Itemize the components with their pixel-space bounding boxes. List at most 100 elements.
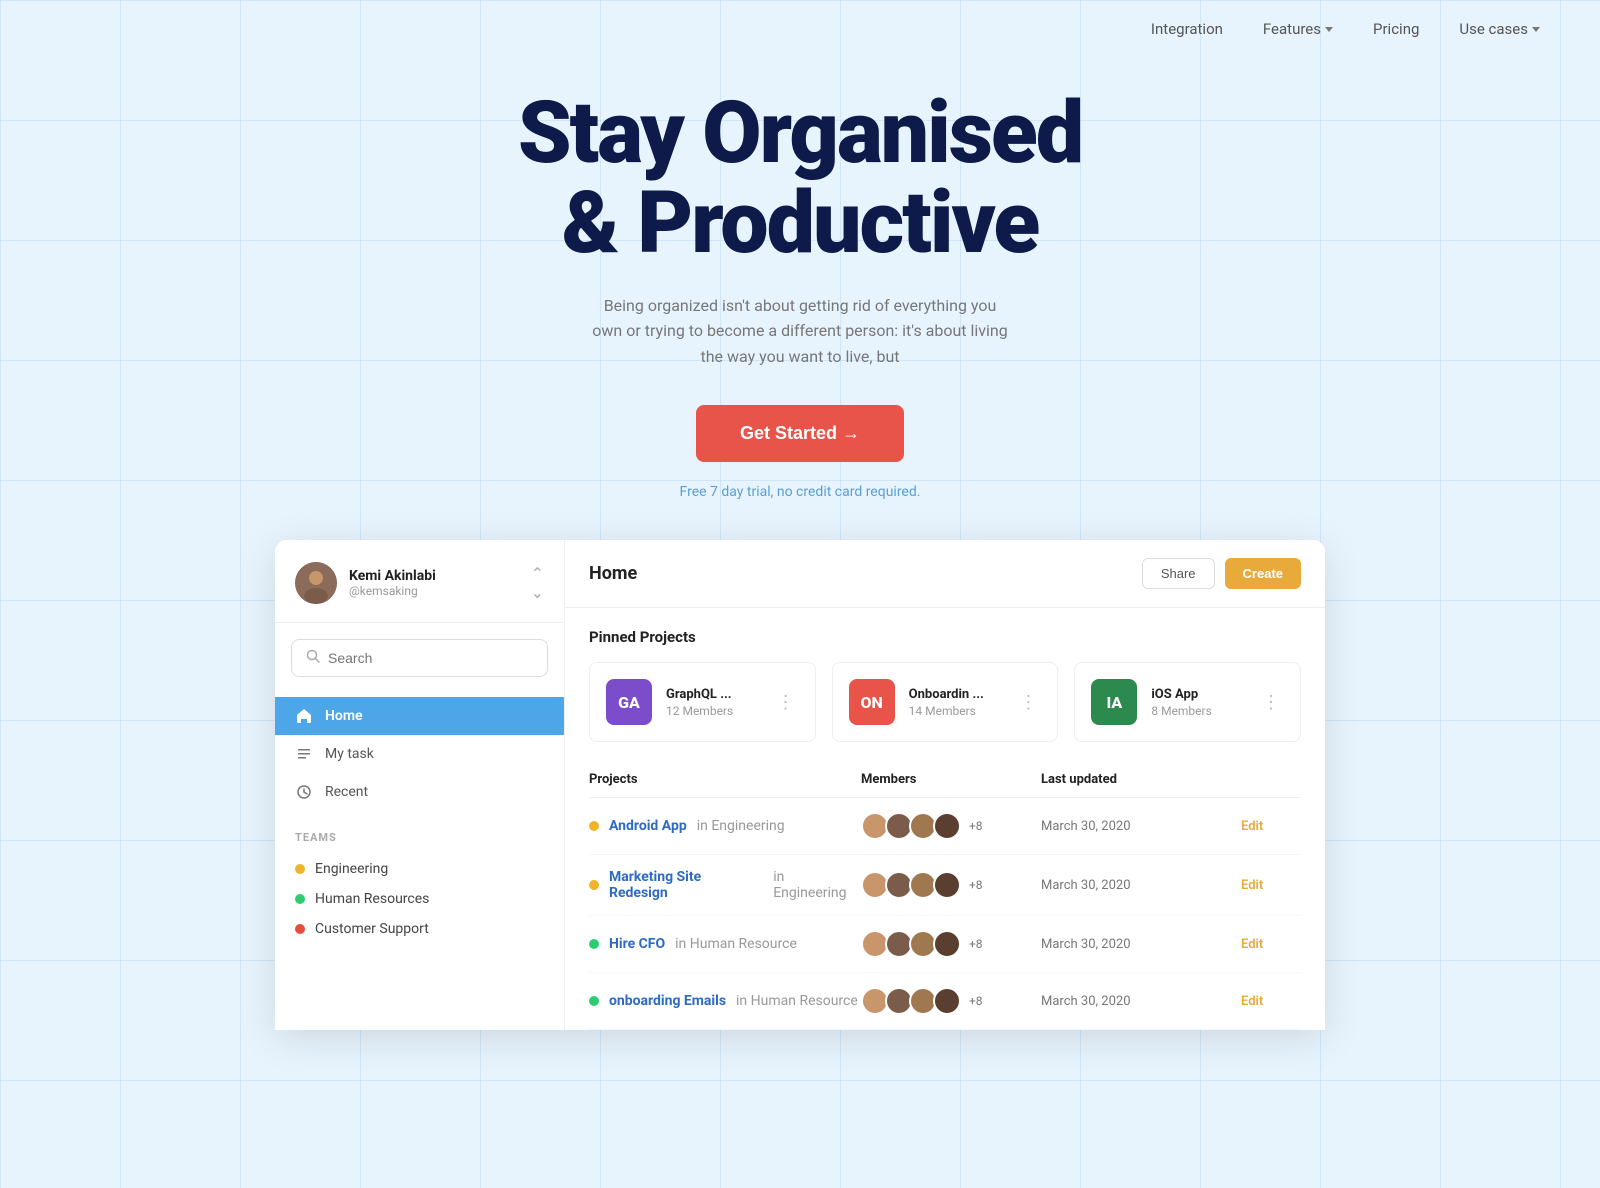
member-count: +8: [969, 878, 983, 892]
member-avatar: [933, 812, 961, 840]
nav-pricing[interactable]: Pricing: [1373, 20, 1419, 38]
project-cell: Hire CFO in Human Resource: [589, 936, 861, 952]
team-label: Human Resources: [315, 891, 429, 907]
member-count: +8: [969, 994, 983, 1008]
pinned-cards: GA GraphQL ... 12 Members ⋮ ON Onboardin…: [589, 662, 1301, 742]
project-name: Onboardin ...: [909, 687, 1002, 702]
project-link[interactable]: Hire CFO: [609, 936, 665, 952]
list-icon: [295, 746, 313, 762]
project-members: 14 Members: [909, 704, 1002, 718]
team-dot: [295, 864, 305, 874]
project-members: 12 Members: [666, 704, 759, 718]
share-button[interactable]: Share: [1142, 558, 1215, 589]
sidebar-item-label: Recent: [325, 784, 368, 800]
user-name: Kemi Akinlabi: [349, 568, 519, 584]
team-dot: [295, 894, 305, 904]
member-count: +8: [969, 819, 983, 833]
team-label: Customer Support: [315, 921, 429, 937]
project-link[interactable]: Android App: [609, 818, 687, 834]
members-cell: +8: [861, 930, 1041, 958]
main-header: Home Share Create: [565, 540, 1325, 608]
user-info: Kemi Akinlabi @kemsaking: [349, 568, 519, 598]
table-row: onboarding Emails in Human Resource +8 M…: [589, 973, 1301, 1030]
status-dot: [589, 880, 599, 890]
teams-section: TEAMS Engineering Human Resources Custom…: [275, 815, 564, 952]
main-content: Home Share Create Pinned Projects GA Gra…: [565, 540, 1325, 1030]
status-dot: [589, 821, 599, 831]
members-cell: +8: [861, 987, 1041, 1015]
project-link[interactable]: Marketing Site Redesign: [609, 869, 763, 901]
sidebar-item-recent[interactable]: Recent: [275, 773, 564, 811]
expand-icon[interactable]: ⌃⌄: [531, 564, 544, 602]
team-dot: [295, 924, 305, 934]
pinned-card-ios: IA iOS App 8 Members ⋮: [1074, 662, 1301, 742]
table-row: Android App in Engineering +8 March 30, …: [589, 798, 1301, 855]
project-icon: IA: [1091, 679, 1137, 725]
sidebar-item-customer-support[interactable]: Customer Support: [295, 914, 544, 944]
sidebar-item-my-task[interactable]: My task: [275, 735, 564, 773]
card-menu-icon[interactable]: ⋮: [1015, 688, 1041, 717]
project-link[interactable]: onboarding Emails: [609, 993, 726, 1009]
sidebar-item-engineering[interactable]: Engineering: [295, 854, 544, 884]
edit-link[interactable]: Edit: [1241, 937, 1301, 952]
create-button[interactable]: Create: [1225, 558, 1301, 589]
sidebar-search[interactable]: [291, 639, 548, 677]
project-info: Onboardin ... 14 Members: [909, 687, 1002, 718]
edit-link[interactable]: Edit: [1241, 994, 1301, 1009]
status-dot: [589, 996, 599, 1006]
card-menu-icon[interactable]: ⋮: [773, 688, 799, 717]
team-label: Engineering: [315, 861, 388, 877]
user-handle: @kemsaking: [349, 584, 519, 598]
trial-text: Free 7 day trial, no credit card require…: [20, 484, 1580, 500]
sidebar-item-human-resources[interactable]: Human Resources: [295, 884, 544, 914]
sidebar-item-label: Home: [325, 708, 363, 724]
teams-label: TEAMS: [295, 831, 544, 844]
page-title: Home: [589, 563, 637, 584]
member-avatar: [933, 871, 961, 899]
project-cell: onboarding Emails in Human Resource: [589, 993, 861, 1009]
project-team: in Engineering: [697, 818, 785, 834]
member-count: +8: [969, 937, 983, 951]
avatar: [295, 562, 337, 604]
nav-integration[interactable]: Integration: [1151, 20, 1223, 38]
date-cell: March 30, 2020: [1041, 878, 1241, 893]
table-header: Projects Members Last updated: [589, 762, 1301, 798]
nav-features[interactable]: Features: [1263, 20, 1333, 38]
sidebar-item-label: My task: [325, 746, 374, 762]
navigation: Integration Features Pricing Use cases: [0, 0, 1600, 58]
pinned-projects-title: Pinned Projects: [589, 628, 1301, 646]
member-avatar: [933, 930, 961, 958]
nav-use-cases[interactable]: Use cases: [1459, 20, 1540, 38]
sidebar-item-home[interactable]: Home: [275, 697, 564, 735]
members-cell: +8: [861, 871, 1041, 899]
table-row: Marketing Site Redesign in Engineering +…: [589, 855, 1301, 916]
project-team: in Human Resource: [736, 993, 858, 1009]
col-header-members: Members: [861, 772, 1041, 787]
project-name: GraphQL ...: [666, 687, 759, 702]
app-preview: Kemi Akinlabi @kemsaking ⌃⌄: [275, 540, 1325, 1030]
date-cell: March 30, 2020: [1041, 937, 1241, 952]
header-actions: Share Create: [1142, 558, 1301, 589]
edit-link[interactable]: Edit: [1241, 819, 1301, 834]
project-cell: Marketing Site Redesign in Engineering: [589, 869, 861, 901]
hero-title: Stay Organised & Productive: [20, 88, 1580, 269]
chevron-down-icon: [1325, 27, 1333, 32]
project-icon: ON: [849, 679, 895, 725]
hero-section: Stay Organised & Productive Being organi…: [0, 58, 1600, 540]
sidebar-nav: Home My task: [275, 693, 564, 815]
search-input[interactable]: [328, 650, 533, 666]
projects-table: Projects Members Last updated Android Ap…: [565, 762, 1325, 1030]
edit-link[interactable]: Edit: [1241, 878, 1301, 893]
sidebar-user: Kemi Akinlabi @kemsaking ⌃⌄: [275, 540, 564, 623]
get-started-button[interactable]: Get Started →: [696, 405, 904, 462]
card-menu-icon[interactable]: ⋮: [1258, 688, 1284, 717]
pinned-card-graphql: GA GraphQL ... 12 Members ⋮: [589, 662, 816, 742]
project-name: iOS App: [1151, 687, 1244, 702]
home-icon: [295, 708, 313, 724]
project-icon: GA: [606, 679, 652, 725]
members-cell: +8: [861, 812, 1041, 840]
col-header-actions: [1241, 772, 1301, 787]
pinned-card-onboarding: ON Onboardin ... 14 Members ⋮: [832, 662, 1059, 742]
pinned-projects-section: Pinned Projects GA GraphQL ... 12 Member…: [565, 608, 1325, 762]
hero-subtitle: Being organized isn't about getting rid …: [590, 293, 1010, 370]
